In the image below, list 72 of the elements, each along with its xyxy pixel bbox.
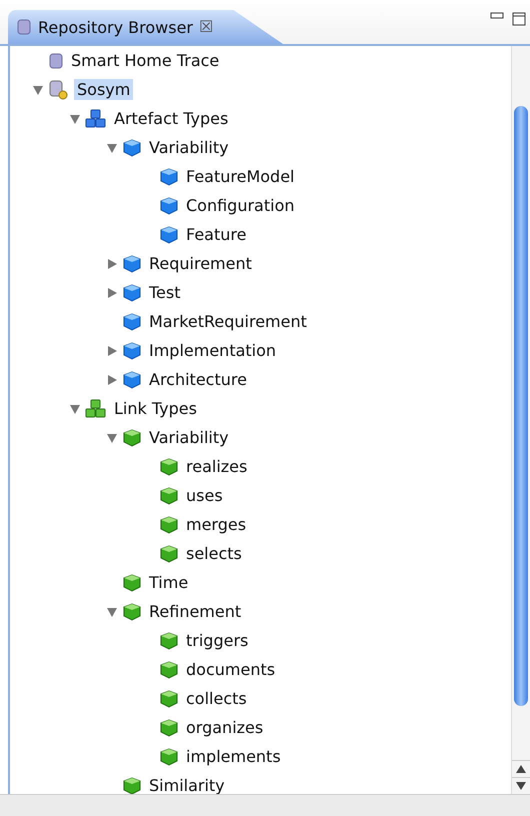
tree-item[interactable]: Configuration (183, 195, 298, 216)
cubes-icon (85, 398, 107, 418)
database-icon (16, 18, 32, 36)
expanded-arrow-icon[interactable] (106, 142, 118, 154)
cube-icon (159, 746, 179, 766)
tree-item[interactable]: Feature (183, 224, 250, 245)
tree-item[interactable]: Variability (146, 427, 232, 448)
tree-item[interactable]: MarketRequirement (146, 311, 310, 332)
database-key-icon (48, 80, 70, 100)
cube-icon (159, 718, 179, 738)
expanded-arrow-icon[interactable] (69, 402, 81, 414)
cube-icon (159, 514, 179, 534)
close-button[interactable]: ☒ (199, 17, 213, 37)
tree-item[interactable]: Implementation (146, 340, 280, 361)
tree-item[interactable]: realizes (183, 456, 250, 477)
expanded-arrow-icon[interactable] (69, 112, 81, 124)
tree-item[interactable]: Link Types (111, 398, 200, 419)
cube-icon (159, 456, 179, 476)
tree-item[interactable]: merges (183, 514, 250, 535)
tree-item[interactable]: Requirement (146, 253, 255, 274)
tree-item[interactable]: organizes (183, 717, 266, 738)
cube-icon (122, 370, 142, 390)
tree-item[interactable]: Architecture (146, 369, 250, 390)
cubes-icon (85, 108, 107, 128)
tree-item[interactable]: documents (183, 659, 278, 680)
tree-item[interactable]: uses (183, 485, 226, 506)
tree-item[interactable]: Smart Home Trace (68, 50, 222, 71)
collapsed-arrow-icon[interactable] (106, 258, 118, 270)
expanded-arrow-icon[interactable] (106, 606, 118, 618)
tree-item[interactable]: Time (146, 572, 192, 593)
cube-icon (122, 776, 142, 796)
cube-icon (159, 196, 179, 216)
scroll-up-icon[interactable] (516, 765, 526, 773)
collapsed-arrow-icon[interactable] (106, 374, 118, 386)
cube-icon (159, 660, 179, 680)
tree-item[interactable]: Refinement (146, 601, 244, 622)
collapsed-arrow-icon[interactable] (106, 344, 118, 356)
expanded-arrow-icon[interactable] (106, 432, 118, 444)
scrollbar[interactable] (511, 46, 530, 794)
expanded-arrow-icon[interactable] (32, 84, 44, 96)
scroll-down-icon[interactable] (516, 782, 526, 790)
tree-item[interactable]: FeatureModel (183, 166, 298, 187)
cube-icon (159, 544, 179, 564)
cube-icon (159, 224, 179, 244)
cube-icon (159, 166, 179, 186)
view-tab[interactable]: Repository Browser ☒ (8, 10, 283, 44)
view-title: Repository Browser (38, 18, 193, 36)
database-icon (48, 52, 64, 70)
minimize-icon[interactable] (490, 12, 504, 20)
cube-icon (122, 602, 142, 622)
tree-item[interactable]: Variability (146, 137, 232, 158)
cube-icon (122, 138, 142, 158)
tree-item[interactable]: Similarity (146, 775, 228, 796)
cube-icon (122, 572, 142, 592)
cube-icon (122, 282, 142, 302)
maximize-icon[interactable] (512, 12, 526, 26)
cube-icon (122, 312, 142, 332)
tree-item[interactable]: Artefact Types (111, 108, 232, 129)
cube-icon (159, 486, 179, 506)
tree-item[interactable]: selects (183, 543, 245, 564)
scroll-thumb[interactable] (514, 106, 528, 706)
cube-icon (122, 428, 142, 448)
tree-item[interactable]: triggers (183, 630, 252, 651)
collapsed-arrow-icon[interactable] (106, 286, 118, 298)
tree-item[interactable]: collects (183, 688, 250, 709)
tree-item[interactable]: Test (146, 282, 184, 303)
cube-icon (159, 630, 179, 650)
cube-icon (122, 254, 142, 274)
cube-icon (159, 688, 179, 708)
cube-icon (122, 340, 142, 360)
tree-item[interactable]: implements (183, 746, 284, 767)
tree-item[interactable]: Sosym (74, 79, 134, 100)
